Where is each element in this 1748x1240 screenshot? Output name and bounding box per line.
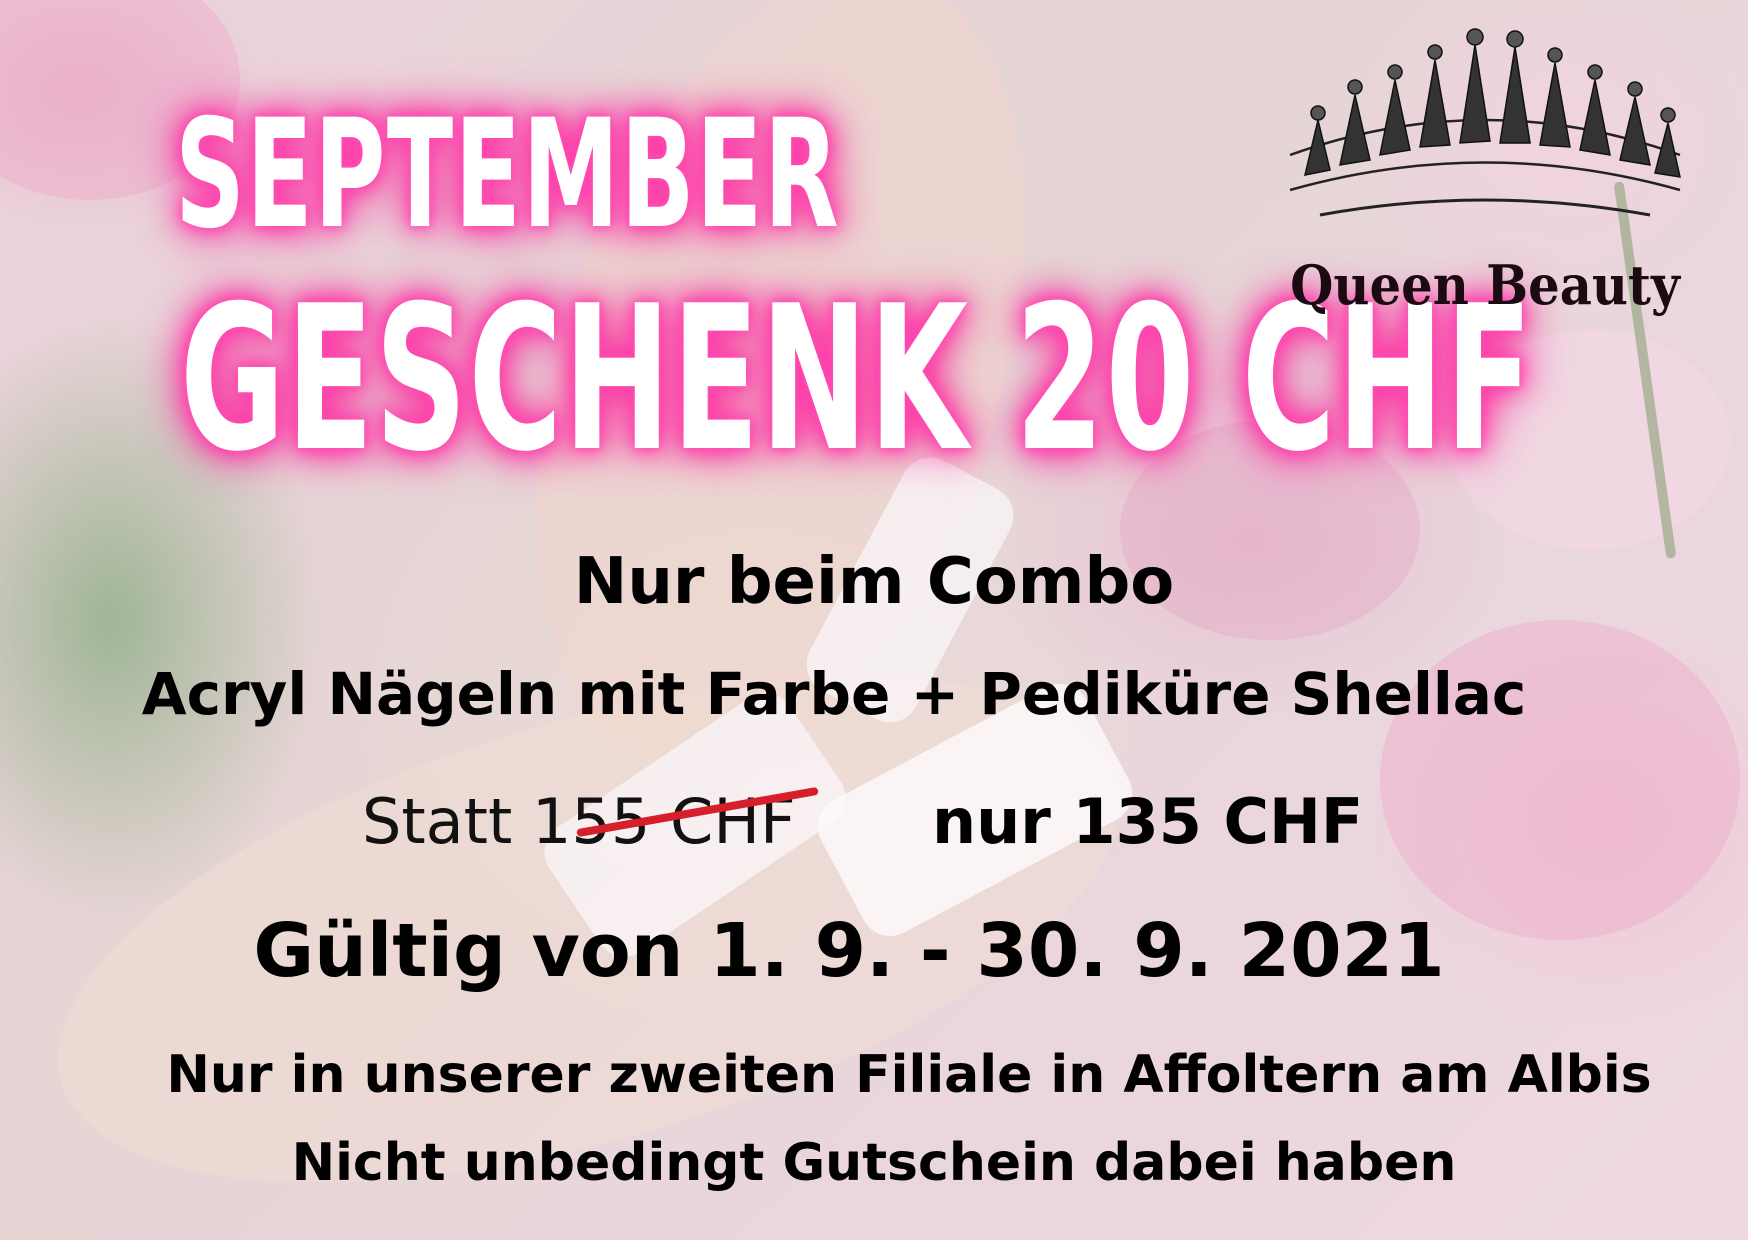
crown-icon bbox=[1289, 28, 1681, 217]
validity-period: Gültig von 1. 9. - 30. 9. 2021 bbox=[253, 908, 1445, 994]
branch-note: Nur in unserer zweiten Filiale in Affolt… bbox=[166, 1045, 1652, 1105]
new-price: nur 135 CHF bbox=[932, 785, 1364, 858]
promo-poster: SEPTEMBER GESCHENK 20 CHF Queen Beauty N… bbox=[0, 0, 1748, 1240]
brand-logo: Queen Beauty bbox=[1270, 25, 1700, 317]
combo-services: Acryl Nägeln mit Farbe + Pediküre Shella… bbox=[141, 660, 1527, 728]
voucher-note: Nicht unbedingt Gutschein dabei haben bbox=[291, 1133, 1457, 1193]
combo-heading: Nur beim Combo bbox=[573, 545, 1175, 619]
headline-month: SEPTEMBER bbox=[175, 88, 841, 262]
brand-name: Queen Beauty bbox=[1290, 253, 1680, 317]
old-price: Statt 155 CHF bbox=[362, 785, 796, 858]
price-row: Statt 155 CHF nur 135 CHF bbox=[0, 785, 1748, 865]
